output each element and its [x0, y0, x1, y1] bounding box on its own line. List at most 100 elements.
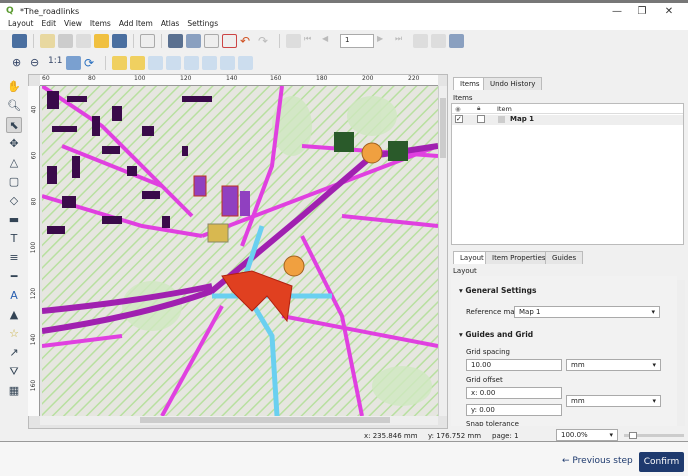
grid-spacing-input[interactable]: 10.00: [466, 359, 562, 371]
ruler-label: 40: [30, 105, 38, 114]
add-legend-icon[interactable]: ≡: [6, 250, 22, 266]
guides-grid-heading[interactable]: ▾ Guides and Grid: [459, 330, 533, 339]
lock-items-icon[interactable]: [112, 56, 127, 70]
item-column-header: Item: [497, 105, 512, 113]
atlas-preview-icon[interactable]: [286, 34, 301, 48]
grid-offset-unit-select[interactable]: mm ▾: [566, 395, 661, 407]
lock-checkbox[interactable]: [477, 115, 485, 123]
atlas-print-icon[interactable]: [413, 34, 428, 48]
close-button[interactable]: ✕: [657, 6, 681, 17]
add-label-icon[interactable]: T: [6, 231, 22, 247]
save-template-icon[interactable]: [112, 34, 127, 48]
distribute-items-icon[interactable]: [220, 56, 235, 70]
unlock-items-icon[interactable]: [130, 56, 145, 70]
last-feature-icon[interactable]: ⏭: [395, 34, 410, 48]
pan-icon[interactable]: ✋: [6, 79, 22, 95]
previous-step-button[interactable]: ← Previous step: [562, 456, 633, 466]
zoom-out-icon[interactable]: ⊖: [30, 56, 45, 70]
zoom-tool-icon[interactable]: 🔍︎: [6, 98, 22, 114]
reference-map-select[interactable]: Map 1 ▾: [514, 306, 660, 318]
horizontal-scrollbar[interactable]: [40, 416, 438, 425]
raise-items-icon[interactable]: [184, 56, 199, 70]
menu-layout[interactable]: Layout: [8, 19, 34, 30]
new-page-icon[interactable]: [140, 34, 155, 48]
menu-view[interactable]: View: [64, 19, 82, 30]
menu-settings[interactable]: Settings: [187, 19, 218, 30]
tab-guides[interactable]: Guides: [545, 251, 584, 264]
chevron-down-icon: ▾: [652, 397, 656, 405]
horizontal-ruler[interactable]: 60 80 100 120 140 160 180 200 220: [40, 75, 438, 86]
group-items-icon[interactable]: [148, 56, 163, 70]
snap-tolerance-label: Snap tolerance: [466, 420, 519, 426]
vertical-ruler[interactable]: 40 60 80 100 120 140 160: [28, 86, 40, 416]
add-north-arrow-icon[interactable]: A: [6, 288, 22, 304]
grid-spacing-unit: mm: [571, 361, 585, 369]
vertical-scrollbar[interactable]: [438, 86, 447, 416]
align-items-icon[interactable]: [202, 56, 217, 70]
previous-feature-icon[interactable]: ◀: [322, 34, 337, 48]
grid-spacing-unit-select[interactable]: mm ▾: [566, 359, 661, 371]
layout-manager-icon[interactable]: [76, 34, 91, 48]
open-template-icon[interactable]: [94, 34, 109, 48]
refresh-icon[interactable]: ⟳: [84, 56, 99, 70]
first-feature-icon[interactable]: ⏮: [304, 34, 319, 48]
menu-add-item[interactable]: Add Item: [119, 19, 153, 30]
zoom-full-icon[interactable]: [66, 56, 81, 70]
atlas-page-field[interactable]: 1: [340, 34, 374, 48]
menu-items[interactable]: Items: [90, 19, 111, 30]
undo-icon[interactable]: ↶: [240, 34, 255, 48]
confirm-button[interactable]: Confirm: [639, 452, 684, 472]
menu-edit[interactable]: Edit: [42, 19, 57, 30]
tab-items[interactable]: Items: [453, 77, 487, 90]
reference-map-label: Reference map: [466, 308, 520, 316]
duplicate-layout-icon[interactable]: [58, 34, 73, 48]
qgis-logo-icon: Q: [6, 6, 14, 16]
atlas-settings-icon[interactable]: [449, 34, 464, 48]
add-3d-map-icon[interactable]: ◇: [6, 193, 22, 209]
grid-offset-x-input[interactable]: x: 0.00: [466, 387, 562, 399]
minimize-button[interactable]: —: [605, 6, 629, 17]
select-move-icon[interactable]: ⬉: [6, 117, 22, 133]
add-scalebar-icon[interactable]: ━: [6, 269, 22, 285]
atlas-export-icon[interactable]: [431, 34, 446, 48]
add-shape-icon[interactable]: ▲: [6, 307, 22, 323]
add-map-icon[interactable]: ▢: [6, 174, 22, 190]
status-bar: x: 235.846 mm y: 176.752 mm page: 1 100.…: [0, 429, 688, 442]
add-marker-icon[interactable]: ☆: [6, 326, 22, 342]
save-icon[interactable]: [12, 34, 27, 48]
add-attribute-table-icon[interactable]: ▦: [6, 383, 22, 399]
resize-items-icon[interactable]: [238, 56, 253, 70]
toolbox: ✋ 🔍︎ ⬉ ✥ △ ▢ ◇ ▬ T ≡ ━ A ▲ ☆ ↗ ⛛ ▦: [0, 76, 28, 426]
maximize-button[interactable]: ❐: [630, 6, 654, 17]
item-row[interactable]: ✓ Map 1: [452, 115, 683, 125]
export-image-icon[interactable]: [186, 34, 201, 48]
ruler-label: 60: [30, 151, 38, 160]
export-svg-icon[interactable]: [204, 34, 219, 48]
add-picture-icon[interactable]: ▬: [6, 212, 22, 228]
export-pdf-icon[interactable]: [222, 34, 237, 48]
zoom-slider[interactable]: [624, 432, 684, 439]
zoom-select[interactable]: 100.0% ▾: [556, 429, 618, 441]
grid-offset-y-input[interactable]: y: 0.00: [466, 404, 562, 416]
cursor-y: y: 176.752 mm: [428, 432, 482, 440]
add-arrow-icon[interactable]: ↗: [6, 345, 22, 361]
tab-item-properties[interactable]: Item Properties: [485, 251, 553, 264]
next-feature-icon[interactable]: ▶: [377, 34, 392, 48]
print-icon[interactable]: [168, 34, 183, 48]
visible-checkbox[interactable]: ✓: [455, 115, 463, 123]
edit-nodes-icon[interactable]: △: [6, 155, 22, 171]
tab-undo-history[interactable]: Undo History: [483, 77, 543, 90]
new-layout-icon[interactable]: [40, 34, 55, 48]
move-content-icon[interactable]: ✥: [6, 136, 22, 152]
layout-panel-scrollbar[interactable]: [677, 280, 685, 426]
ungroup-items-icon[interactable]: [166, 56, 181, 70]
map-item[interactable]: [42, 86, 438, 416]
zoom-in-icon[interactable]: ⊕: [12, 56, 27, 70]
add-polygon-icon[interactable]: ⛛: [6, 364, 22, 380]
reference-map-value: Map 1: [519, 308, 541, 316]
redo-icon[interactable]: ↷: [258, 34, 273, 48]
menu-atlas[interactable]: Atlas: [161, 19, 180, 30]
general-settings-heading[interactable]: ▾ General Settings: [459, 286, 536, 295]
zoom-actual-icon[interactable]: 1:1: [48, 56, 63, 70]
ruler-label: 80: [30, 197, 38, 206]
